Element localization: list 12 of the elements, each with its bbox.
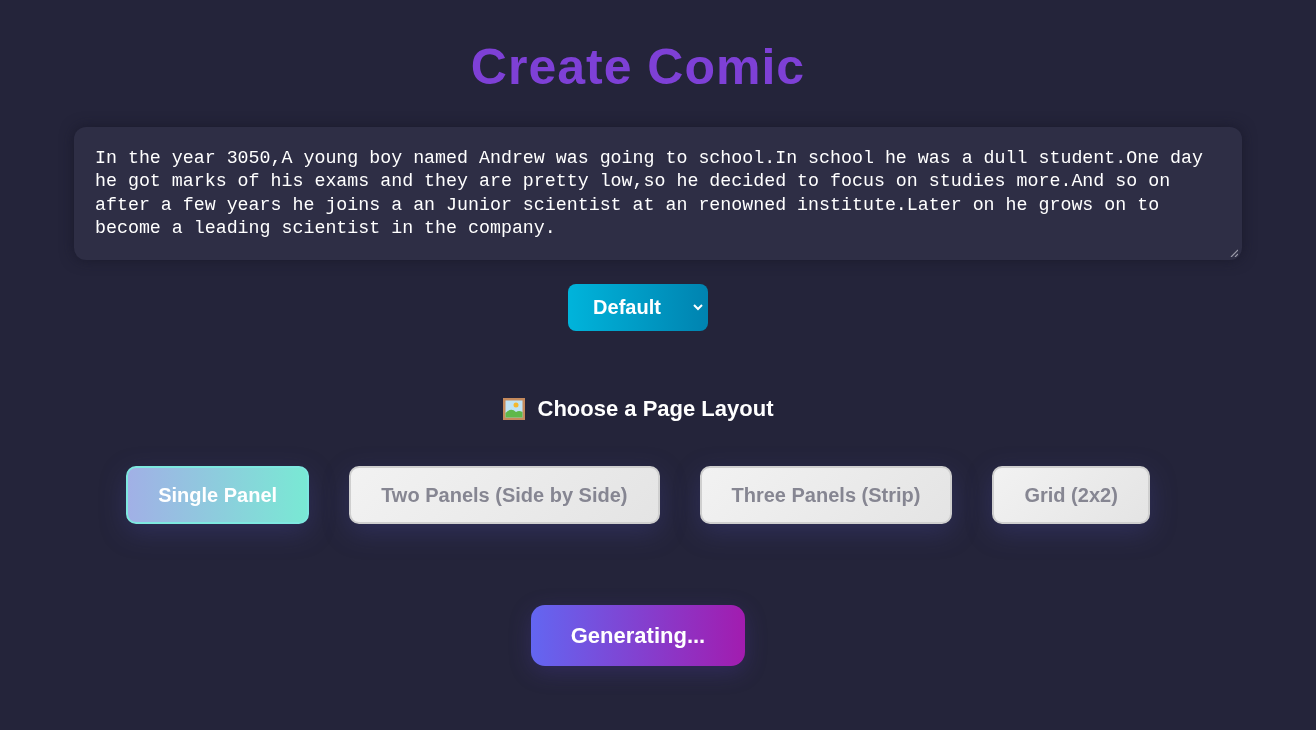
chevron-down-icon	[692, 304, 703, 311]
layout-option-button[interactable]: Three Panels (Strip)	[699, 466, 953, 524]
framed-picture-icon	[502, 398, 525, 420]
section-heading: Choose a Page Layout	[537, 395, 774, 423]
layout-option-button[interactable]: Grid (2x2)	[992, 466, 1150, 524]
resize-grip-icon[interactable]	[1230, 249, 1238, 257]
generate-button[interactable]: Generating...	[530, 605, 746, 666]
story-text-field[interactable]: In the year 3050,A young boy named Andrew was going to school.In school he was a dull student.One day he got marks of his exams and they are pretty low,so he decided to focus on studies more.And so on after a few years he joins a an Junior scientist at an renowned institute.Later on he grows on to become a leading scientist in the company.	[74, 127, 1242, 260]
layout-option-button[interactable]: Single Panel	[126, 466, 310, 524]
style-select[interactable]: Default	[568, 284, 708, 331]
page-title: Create Comic	[470, 38, 806, 96]
layout-option-button[interactable]: Two Panels (Side by Side)	[349, 466, 660, 524]
